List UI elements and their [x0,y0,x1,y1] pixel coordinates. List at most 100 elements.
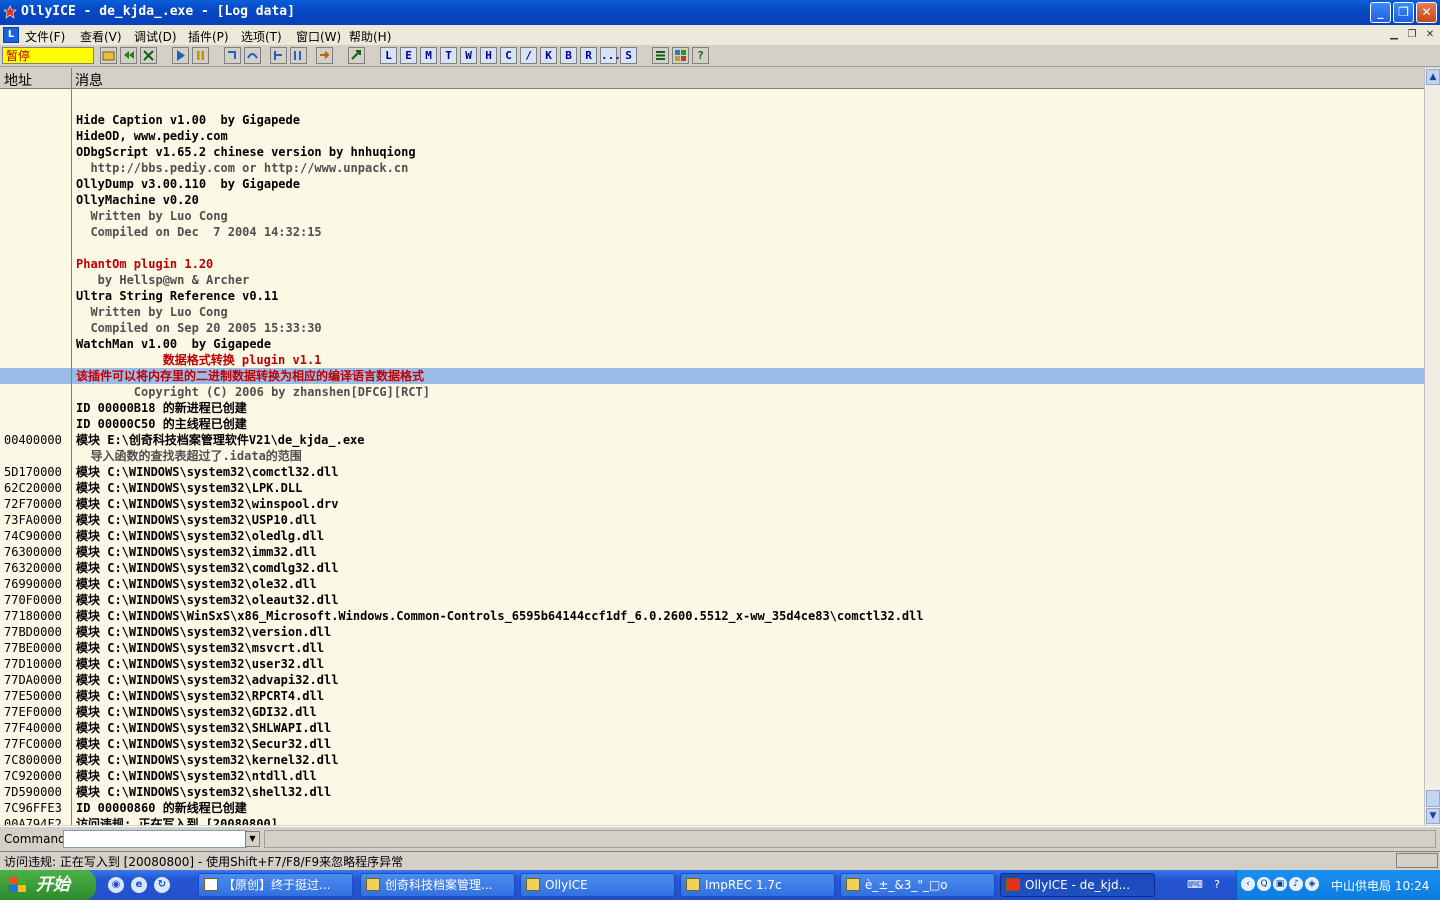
menu-file[interactable]: 文件(F) [25,28,65,45]
taskbar-task-button[interactable]: 创奇科技档案管理... [360,873,515,897]
log-row[interactable]: 5D170000 模块 C:\WINDOWS\system32\comctl32.… [0,464,1424,480]
toolbar-references-button[interactable]: R [580,47,597,64]
log-row[interactable]: 7C96FFE3 ID 00000860 的新线程已创建 [0,800,1424,816]
help-tray-icon[interactable]: ? [1209,877,1225,893]
log-row[interactable]: 该插件可以将内存里的二进制数据转换为相应的编译语言数据格式 [0,368,1424,384]
goto-icon[interactable] [348,47,365,64]
show-desktop-icon[interactable]: ◉ [108,877,124,893]
log-row[interactable]: OllyMachine v0.20 [0,192,1424,208]
security-shield-icon[interactable]: ◈ [1305,877,1319,891]
qq-icon[interactable]: Q [1257,877,1271,891]
log-row[interactable]: 77E50000 模块 C:\WINDOWS\system32\RPCRT4.dl… [0,688,1424,704]
start-button[interactable]: 开始 [0,870,96,900]
step-into-icon[interactable] [224,47,241,64]
log-row[interactable]: 73FA0000 模块 C:\WINDOWS\system32\USP10.dll [0,512,1424,528]
command-input[interactable] [63,830,247,848]
log-row[interactable]: ID 00000B18 的新进程已创建 [0,400,1424,416]
log-row[interactable]: 77EF0000 模块 C:\WINDOWS\system32\GDI32.dll [0,704,1424,720]
ie-icon[interactable]: e [131,877,147,893]
taskbar-task-button[interactable]: 【原创】终于挺过... [198,873,353,897]
close-icon[interactable] [140,47,157,64]
log-row[interactable]: 导入函数的查找表超过了.idata的范围 [0,448,1424,464]
toolbar-run-trace-button[interactable]: ... [600,47,621,64]
log-row[interactable]: 72F70000 模块 C:\WINDOWS\system32\winspool.… [0,496,1424,512]
log-row[interactable]: 76300000 模块 C:\WINDOWS\system32\imm32.dll [0,544,1424,560]
column-divider[interactable] [71,68,72,89]
restore-button[interactable]: ❐ [1393,2,1414,23]
grid-icon[interactable] [672,47,689,64]
pause-icon[interactable] [192,47,209,64]
toolbar-executable-modules-button[interactable]: E [400,47,417,64]
toolbar-handles-button[interactable]: H [480,47,497,64]
log-row[interactable]: 76320000 模块 C:\WINDOWS\system32\comdlg32.… [0,560,1424,576]
toolbar-call-stack-button[interactable]: K [540,47,557,64]
log-row[interactable]: ID 00000C50 的主线程已创建 [0,416,1424,432]
message-column-header[interactable]: 消息 [75,70,103,90]
network-icon[interactable]: ▣ [1273,877,1287,891]
step-over-icon[interactable] [244,47,261,64]
mdi-close-button[interactable]: ✕ [1423,28,1437,42]
help-icon[interactable]: ? [692,47,709,64]
log-row[interactable]: 770F0000 模块 C:\WINDOWS\system32\oleaut32.… [0,592,1424,608]
refresh-icon[interactable]: ↻ [154,877,170,893]
taskbar-task-button[interactable]: è_±_&3_"_□o [840,873,995,897]
menu-options[interactable]: 选项(T) [241,28,282,45]
log-row[interactable]: 77FC0000 模块 C:\WINDOWS\system32\Secur32.d… [0,736,1424,752]
execute-till-return-icon[interactable] [316,47,333,64]
log-row[interactable] [0,96,1424,112]
toolbar-memory-map-button[interactable]: M [420,47,437,64]
log-row[interactable]: 62C20000 模块 C:\WINDOWS\system32\LPK.DLL [0,480,1424,496]
tray-expand-icon[interactable]: ‹ [1241,877,1255,891]
log-row[interactable]: 77F40000 模块 C:\WINDOWS\system32\SHLWAPI.d… [0,720,1424,736]
log-row[interactable]: 76990000 模块 C:\WINDOWS\system32\ole32.dll [0,576,1424,592]
log-row[interactable]: 77BD0000 模块 C:\WINDOWS\system32\version.d… [0,624,1424,640]
log-pane[interactable]: Hide Caption v1.00 by Gigapede HideOD, ww… [0,89,1424,825]
log-row[interactable]: 77D10000 模块 C:\WINDOWS\system32\user32.dl… [0,656,1424,672]
log-row[interactable]: 7C800000 模块 C:\WINDOWS\system32\kernel32.… [0,752,1424,768]
log-row[interactable]: ODbgScript v1.65.2 chinese version by hn… [0,144,1424,160]
log-row[interactable]: Compiled on Sep 20 2005 15:33:30 [0,320,1424,336]
taskbar-task-button[interactable]: OllyICE - de_kjd... [1000,873,1155,897]
open-icon[interactable] [100,47,117,64]
log-row[interactable]: Copyright (C) 2006 by zhanshen[DFCG][RCT… [0,384,1424,400]
log-row[interactable]: 77DA0000 模块 C:\WINDOWS\system32\advapi32.… [0,672,1424,688]
log-row[interactable]: Written by Luo Cong [0,208,1424,224]
menu-debug[interactable]: 调试(D) [134,28,177,45]
menu-plugins[interactable]: 插件(P) [188,28,229,45]
scroll-up-arrow-icon[interactable]: ▲ [1426,69,1440,85]
toolbar-patches-button[interactable]: / [520,47,537,64]
log-row[interactable]: by Hellsp@wn & Archer [0,272,1424,288]
log-row[interactable]: http://bbs.pediy.com or http://www.unpac… [0,160,1424,176]
command-dropdown-arrow-icon[interactable]: ▼ [245,831,260,847]
toolbar-source-button[interactable]: S [620,47,637,64]
toolbar-windows-button[interactable]: W [460,47,477,64]
mdi-minimize-button[interactable]: ▁ [1387,28,1401,42]
scroll-down-arrow-icon[interactable]: ▼ [1426,808,1440,824]
log-row[interactable]: 7D590000 模块 C:\WINDOWS\system32\shell32.d… [0,784,1424,800]
taskbar-task-button[interactable]: ImpREC 1.7c [680,873,835,897]
log-row[interactable]: OllyDump v3.00.110 by Gigapede [0,176,1424,192]
log-row[interactable]: 00A794F2 访问违规: 正在写入到 [20080800] [0,816,1424,825]
address-column-header[interactable]: 地址 [4,70,32,90]
log-row[interactable]: 7C920000 模块 C:\WINDOWS\system32\ntdll.dll [0,768,1424,784]
log-row[interactable]: Ultra String Reference v0.11 [0,288,1424,304]
log-row[interactable]: Compiled on Dec 7 2004 14:32:15 [0,224,1424,240]
keyboard-icon[interactable]: ⌨ [1187,877,1203,893]
log-window-icon[interactable]: L [3,27,19,43]
volume-icon[interactable]: ♪ [1289,877,1303,891]
list-icon[interactable] [652,47,669,64]
log-row[interactable]: Written by Luo Cong [0,304,1424,320]
menu-view[interactable]: 查看(V) [80,28,122,45]
restart-icon[interactable] [120,47,137,64]
trace-over-icon[interactable] [290,47,307,64]
run-icon[interactable] [172,47,189,64]
log-row[interactable]: WatchMan v1.00 by Gigapede [0,336,1424,352]
toolbar-log-button[interactable]: L [380,47,397,64]
toolbar-threads-button[interactable]: T [440,47,457,64]
log-row[interactable]: 数据格式转换 plugin v1.1 [0,352,1424,368]
scroll-thumb[interactable] [1426,790,1440,807]
vertical-scrollbar[interactable]: ▲ ▼ [1424,68,1440,825]
log-row[interactable]: 77BE0000 模块 C:\WINDOWS\system32\msvcrt.dl… [0,640,1424,656]
log-row[interactable]: Hide Caption v1.00 by Gigapede [0,112,1424,128]
minimize-button[interactable]: _ [1370,2,1391,23]
